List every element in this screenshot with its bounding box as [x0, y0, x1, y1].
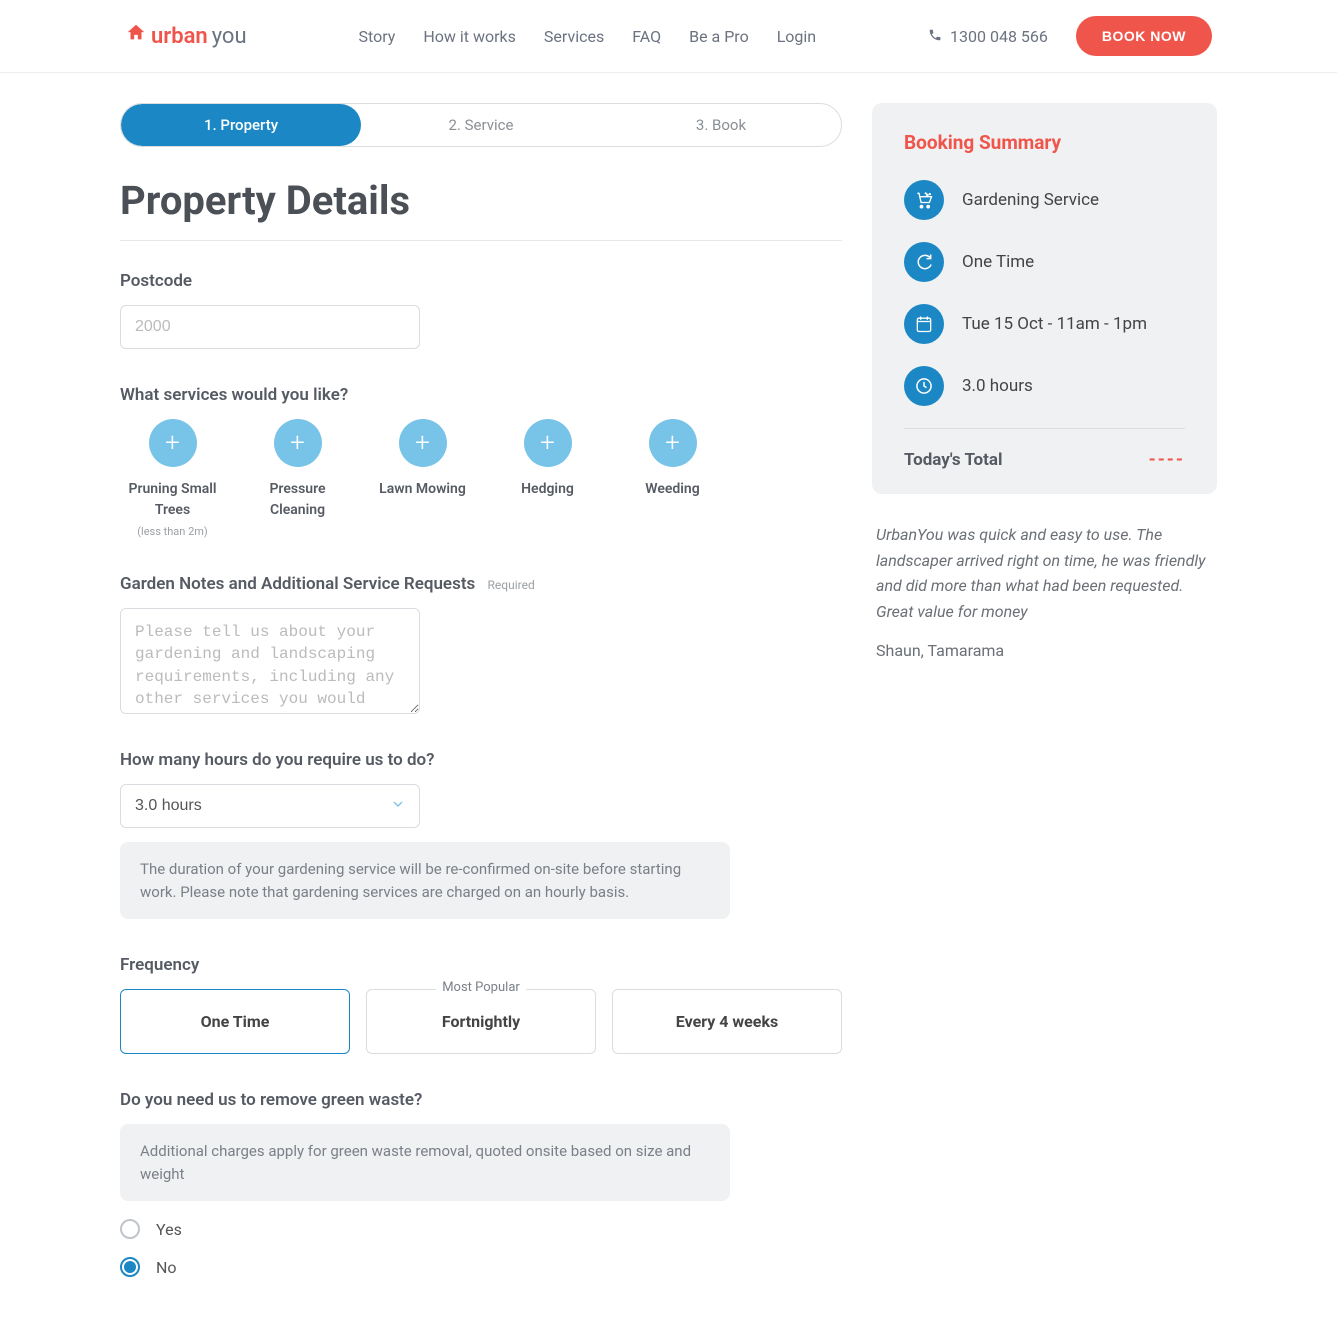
logo-icon: [125, 22, 147, 50]
summary-duration-row: 3.0 hours: [904, 366, 1185, 406]
frequency-fortnightly[interactable]: Most Popular Fortnightly: [366, 989, 596, 1054]
phone-icon: [928, 27, 942, 46]
greenwaste-no[interactable]: No: [120, 1257, 842, 1277]
add-icon: +: [149, 419, 197, 467]
greenwaste-label: Do you need us to remove green waste?: [120, 1090, 842, 1110]
postcode-input[interactable]: [120, 305, 420, 349]
summary-service-text: Gardening Service: [962, 190, 1099, 210]
summary-date-row: Tue 15 Oct - 11am - 1pm: [904, 304, 1185, 344]
add-icon: +: [524, 419, 572, 467]
service-name: Lawn Mowing: [370, 479, 475, 500]
service-name: Weeding: [620, 479, 725, 500]
required-tag: Required: [488, 578, 535, 592]
summary-duration-text: 3.0 hours: [962, 376, 1033, 396]
summary-title: Booking Summary: [904, 131, 1185, 154]
summary-frequency-text: One Time: [962, 252, 1034, 272]
nav-faq[interactable]: FAQ: [632, 27, 661, 46]
nav-services[interactable]: Services: [544, 27, 604, 46]
nav-how-it-works[interactable]: How it works: [423, 27, 516, 46]
summary-service-row: Gardening Service: [904, 180, 1185, 220]
add-icon: +: [649, 419, 697, 467]
site-header: urbanyou Story How it works Services FAQ…: [0, 0, 1337, 73]
step-service[interactable]: 2. Service: [361, 104, 601, 146]
frequency-one-time[interactable]: One Time: [120, 989, 350, 1054]
service-sub: (less than 2m): [120, 525, 225, 538]
logo[interactable]: urbanyou: [125, 22, 247, 50]
frequency-every-4-weeks[interactable]: Every 4 weeks: [612, 989, 842, 1054]
step-tabs: 1. Property 2. Service 3. Book: [120, 103, 842, 147]
total-label: Today's Total: [904, 450, 1003, 470]
service-hedging[interactable]: + Hedging: [495, 419, 600, 538]
greenwaste-info: Additional charges apply for green waste…: [120, 1124, 730, 1201]
summary-frequency-row: One Time: [904, 242, 1185, 282]
postcode-label: Postcode: [120, 271, 842, 291]
summary-divider: [904, 428, 1185, 429]
frequency-icon: [904, 242, 944, 282]
phone-link[interactable]: 1300 048 566: [928, 27, 1048, 46]
notes-label: Garden Notes and Additional Service Requ…: [120, 574, 842, 594]
step-property[interactable]: 1. Property: [121, 104, 361, 146]
header-right: 1300 048 566 BOOK NOW: [928, 16, 1212, 56]
add-icon: +: [274, 419, 322, 467]
services-label: What services would you like?: [120, 385, 842, 405]
service-pruning[interactable]: + Pruning Small Trees (less than 2m): [120, 419, 225, 538]
service-weeding[interactable]: + Weeding: [620, 419, 725, 538]
testimonial-quote: UrbanYou was quick and easy to use. The …: [876, 522, 1213, 624]
radio-label: Yes: [156, 1220, 182, 1239]
radio-label: No: [156, 1258, 177, 1277]
service-pressure-cleaning[interactable]: + Pressure Cleaning: [245, 419, 350, 538]
divider: [120, 240, 842, 241]
frequency-option-label: One Time: [201, 1012, 270, 1031]
total-value: ----: [1149, 449, 1185, 470]
notes-label-text: Garden Notes and Additional Service Requ…: [120, 574, 475, 594]
page-title: Property Details: [120, 177, 842, 224]
service-name: Pressure Cleaning: [245, 479, 350, 521]
frequency-option-label: Fortnightly: [442, 1012, 520, 1031]
frequency-option-label: Every 4 weeks: [676, 1012, 778, 1031]
logo-text-urban: urban: [151, 24, 208, 49]
radio-icon: [120, 1257, 140, 1277]
summary-total-row: Today's Total ----: [904, 449, 1185, 470]
nav-story[interactable]: Story: [359, 27, 396, 46]
nav-login[interactable]: Login: [777, 27, 816, 46]
greenwaste-yes[interactable]: Yes: [120, 1219, 842, 1239]
primary-nav: Story How it works Services FAQ Be a Pro…: [267, 27, 908, 46]
logo-text-you: you: [212, 24, 247, 49]
phone-number: 1300 048 566: [950, 27, 1048, 46]
summary-date-text: Tue 15 Oct - 11am - 1pm: [962, 314, 1147, 334]
garden-notes-textarea[interactable]: [120, 608, 420, 714]
hours-select[interactable]: [120, 784, 420, 828]
step-book[interactable]: 3. Book: [601, 104, 841, 146]
most-popular-badge: Most Popular: [436, 980, 526, 995]
add-icon: +: [399, 419, 447, 467]
nav-be-a-pro[interactable]: Be a Pro: [689, 27, 749, 46]
service-lawn-mowing[interactable]: + Lawn Mowing: [370, 419, 475, 538]
calendar-icon: [904, 304, 944, 344]
service-name: Hedging: [495, 479, 600, 500]
book-now-button[interactable]: BOOK NOW: [1076, 16, 1212, 56]
service-name: Pruning Small Trees: [120, 479, 225, 521]
service-icon: [904, 180, 944, 220]
clock-icon: [904, 366, 944, 406]
radio-icon: [120, 1219, 140, 1239]
frequency-label: Frequency: [120, 955, 842, 975]
hours-info: The duration of your gardening service w…: [120, 842, 730, 919]
hours-label: How many hours do you require us to do?: [120, 750, 842, 770]
booking-summary-card: Booking Summary Gardening Service One Ti…: [872, 103, 1217, 494]
testimonial: UrbanYou was quick and easy to use. The …: [872, 522, 1217, 664]
testimonial-author: Shaun, Tamarama: [876, 638, 1213, 664]
